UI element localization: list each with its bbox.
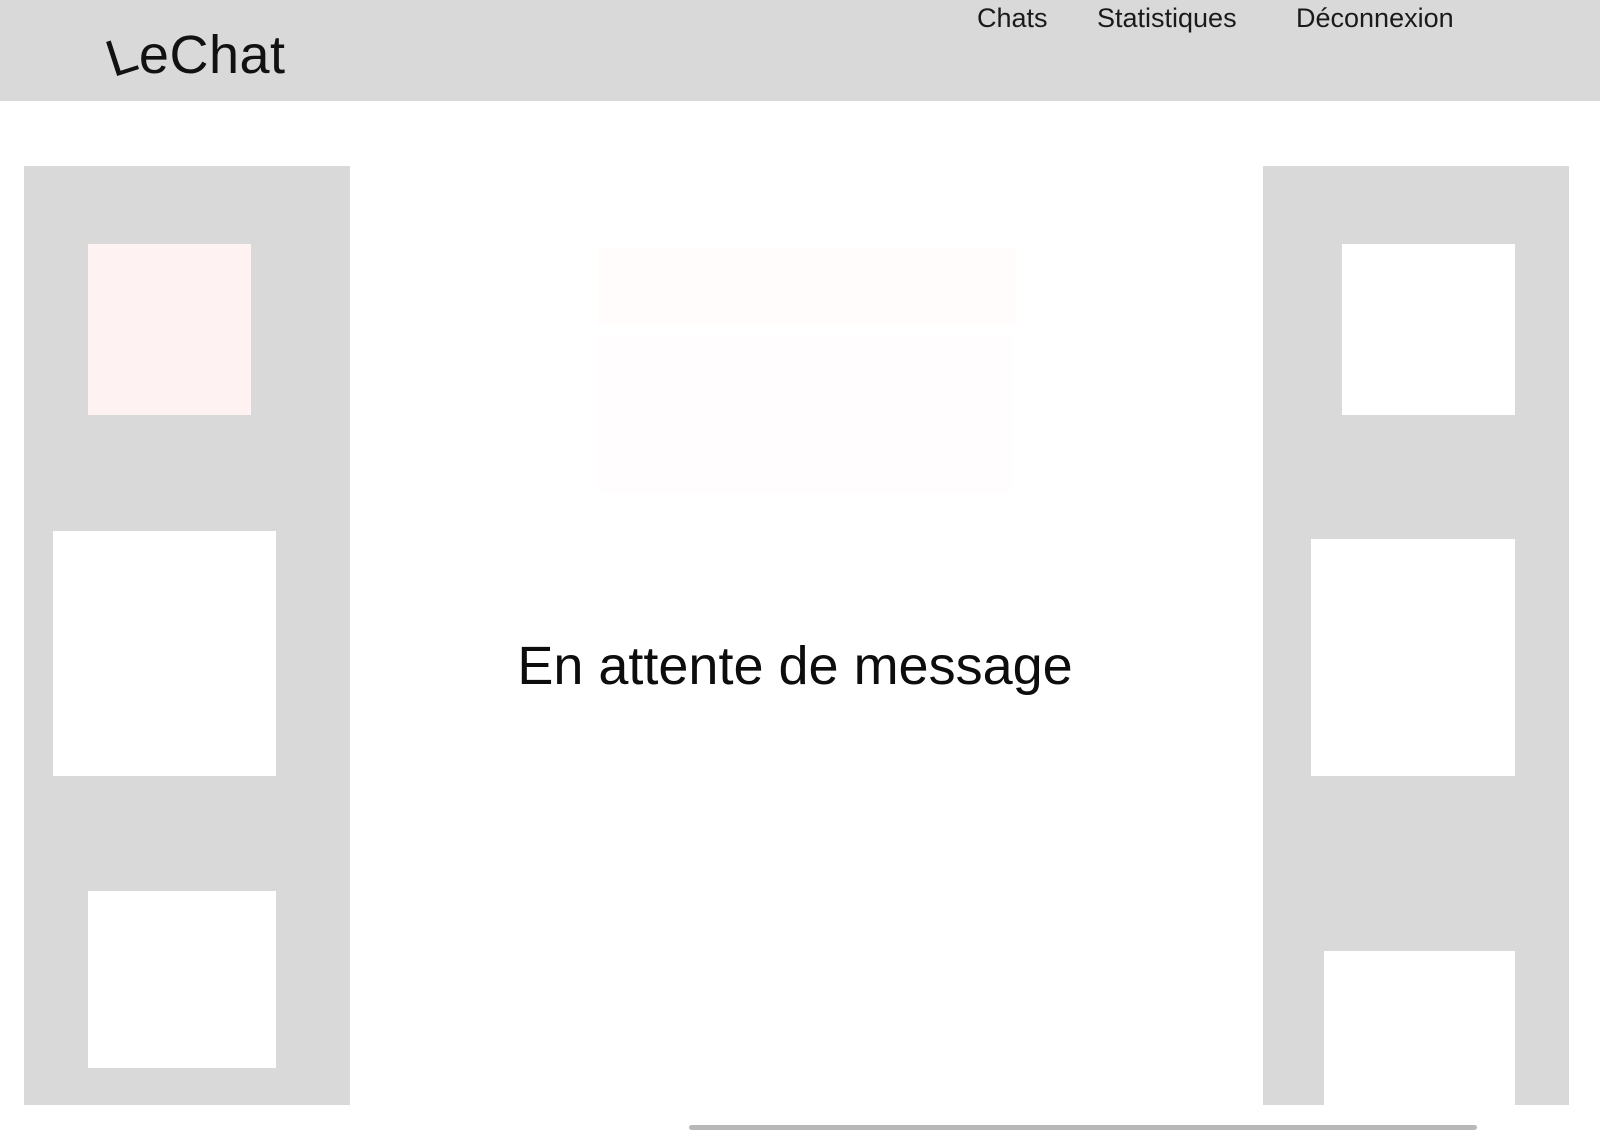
logo-text: eChat bbox=[138, 25, 286, 85]
chat-card[interactable] bbox=[53, 531, 276, 776]
chat-card[interactable] bbox=[1342, 244, 1515, 415]
page: L eChat Chats Statistiques Déconnexion E… bbox=[0, 0, 1600, 1134]
chat-card[interactable] bbox=[1324, 951, 1515, 1105]
waiting-message-text: En attente de message bbox=[517, 636, 1073, 696]
horizontal-scrollbar[interactable] bbox=[689, 1125, 1477, 1130]
nav-link-statistics[interactable]: Statistiques bbox=[1097, 0, 1237, 36]
chat-card[interactable] bbox=[88, 891, 276, 1068]
nav-link-chats[interactable]: Chats bbox=[977, 0, 1048, 36]
nav-link-logout[interactable]: Déconnexion bbox=[1296, 0, 1454, 36]
left-chat-panel bbox=[24, 166, 350, 1105]
lechat-logo[interactable]: L eChat bbox=[99, 18, 286, 89]
message-placeholder bbox=[598, 335, 1013, 493]
top-nav-bar: L eChat Chats Statistiques Déconnexion bbox=[0, 0, 1600, 101]
logo-letter-l: L bbox=[98, 24, 145, 89]
message-placeholder bbox=[598, 248, 1016, 324]
chat-card-selected[interactable] bbox=[88, 244, 251, 415]
chat-card[interactable] bbox=[1311, 539, 1515, 776]
right-chat-panel bbox=[1263, 166, 1569, 1105]
